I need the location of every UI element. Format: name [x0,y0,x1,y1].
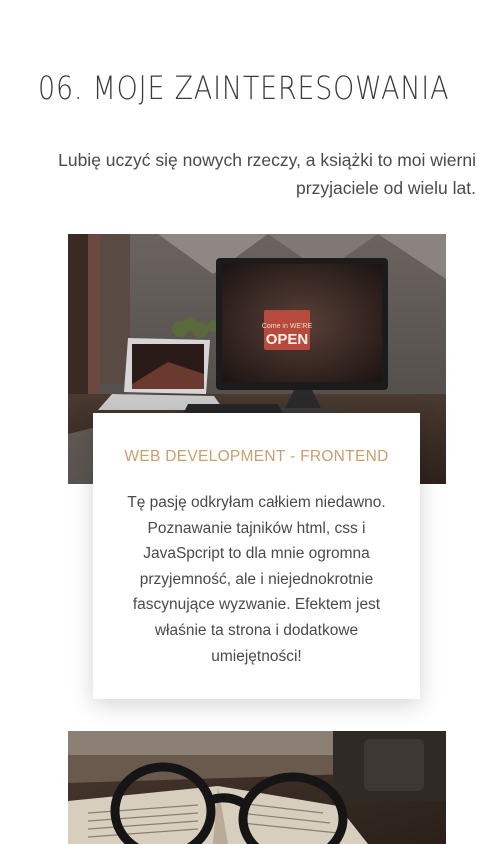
reading-photo [68,731,446,844]
section-intro: Lubię uczyć się nowych rzeczy, a książki… [58,149,476,198]
hobby-card-web-development: WEB DEVELOPMENT - FRONTEND Tę pasję odkr… [93,413,420,699]
open-sign-text: OPEN [266,331,309,348]
section-title: 06. MOJE ZAINTERESOWANIA [38,69,450,108]
hobby-card-title: WEB DEVELOPMENT - FRONTEND [124,448,389,465]
open-sign-small-text: Come in WE'RE [262,323,313,330]
hobby-card-description: Tę pasję odkryłam całkiem niedawno. Pozn… [127,494,386,665]
